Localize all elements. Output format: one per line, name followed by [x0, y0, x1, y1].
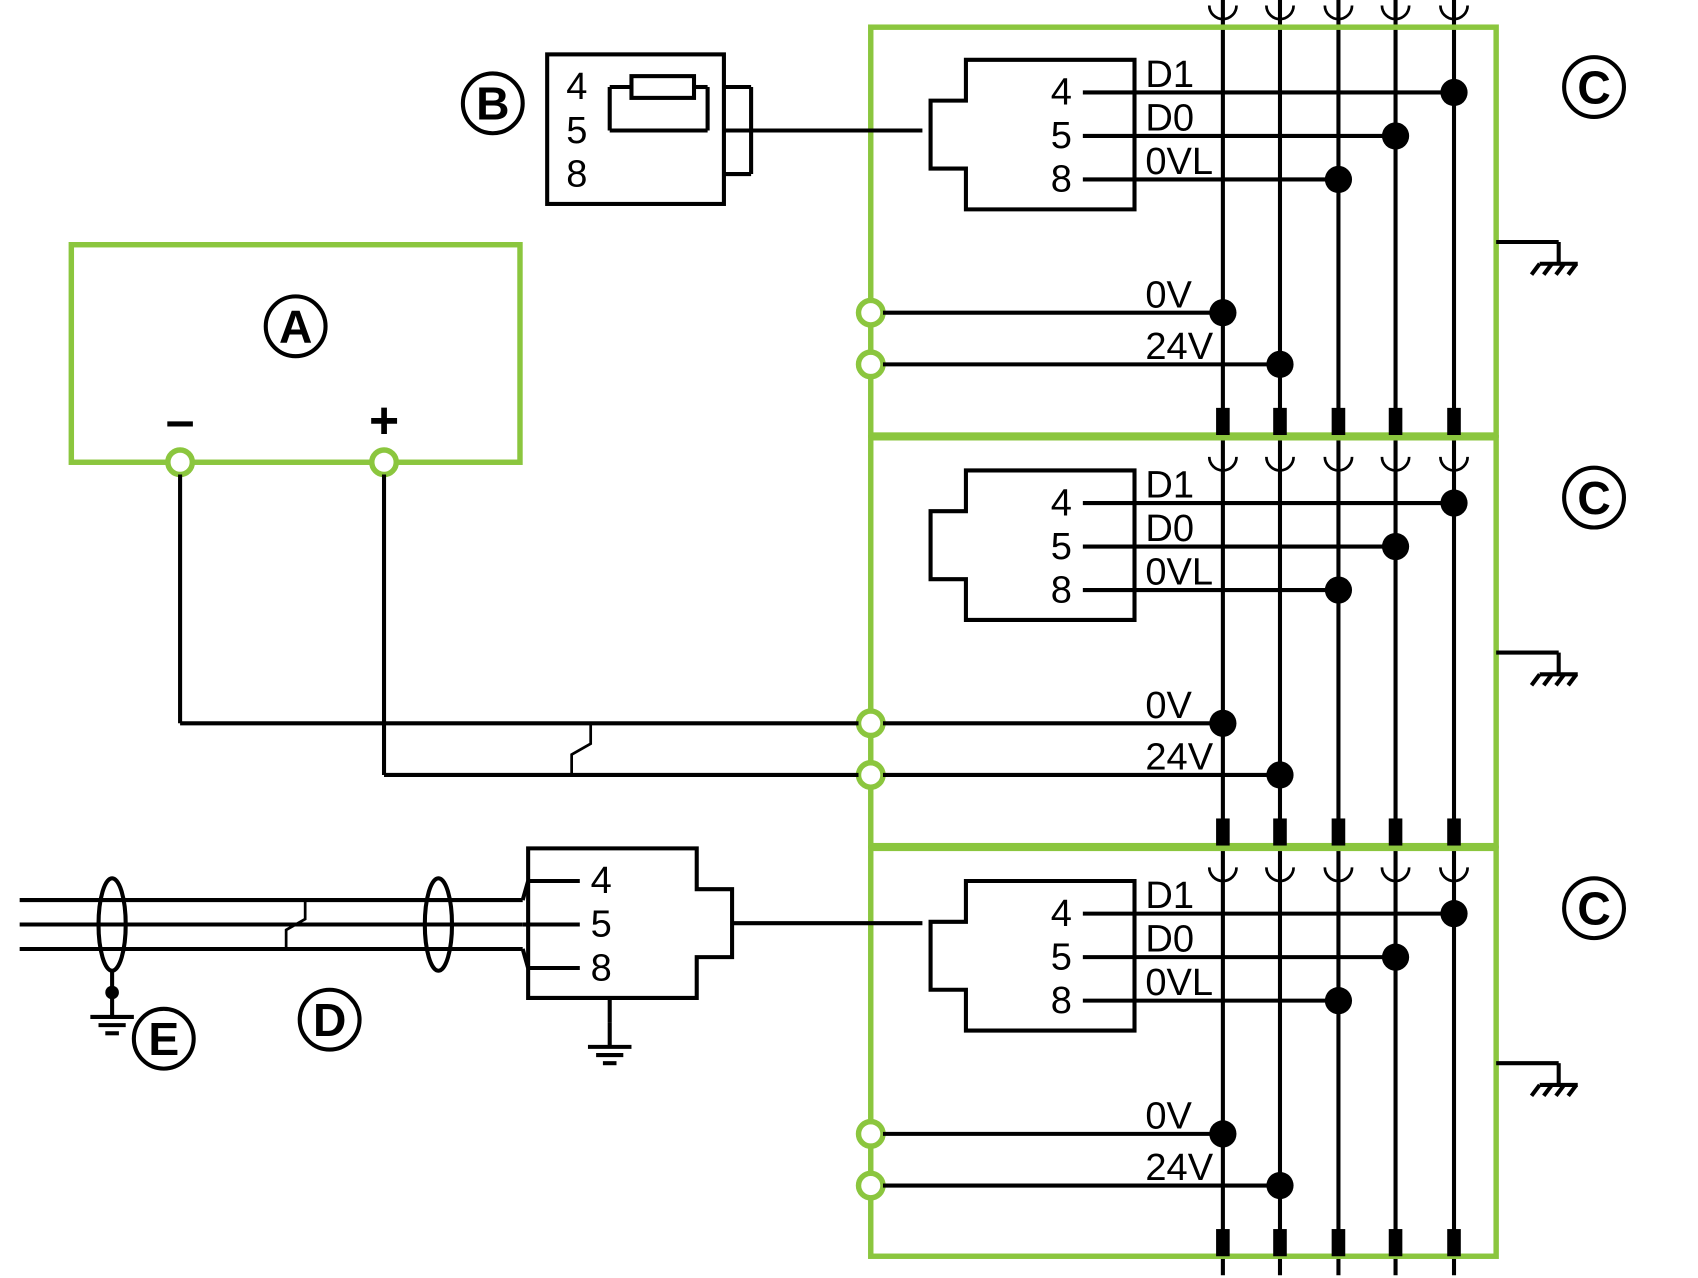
rj45-pin: 4 [1051, 893, 1072, 935]
rj45-pin: 8 [591, 947, 612, 989]
bus-feedthrough [1389, 818, 1403, 845]
signal-label: 0VL [1145, 552, 1213, 594]
signal-label: D0 [1145, 98, 1194, 140]
terminal-open-green [168, 450, 192, 474]
bus-feedthrough [1332, 818, 1346, 845]
rj45-pin: 5 [591, 904, 612, 946]
junction-dot [1440, 79, 1467, 106]
bus-feedthrough [1216, 408, 1230, 435]
psu-plus: + [369, 391, 399, 449]
terminal-open-green [859, 711, 883, 735]
junction-dot [1440, 489, 1467, 516]
junction-dot [1266, 1172, 1293, 1199]
rj45-pin: 4 [591, 860, 612, 902]
psu-box [71, 245, 520, 463]
bus-feedthrough [1216, 818, 1230, 845]
junction-dot [1266, 761, 1293, 788]
badge-D: D [313, 994, 346, 1046]
rj45-pin: 8 [1051, 980, 1072, 1022]
rj45-pin: 8 [1051, 159, 1072, 201]
pwr-label: 0V [1145, 685, 1192, 727]
signal-label: D0 [1145, 919, 1194, 961]
terminator-resistor [631, 76, 694, 98]
badge-B: B [476, 78, 509, 130]
bus-feedthrough [1389, 408, 1403, 435]
junction-dot [1325, 166, 1352, 193]
cable-break [572, 725, 591, 774]
junction-dot [1382, 944, 1409, 971]
terminal-open-green [859, 352, 883, 376]
pwr-label: 0V [1145, 1095, 1192, 1137]
signal-label: 0VL [1145, 962, 1213, 1004]
junction-dot [1209, 299, 1236, 326]
signal-label: D1 [1145, 465, 1194, 507]
bus-feedthrough [1216, 1229, 1230, 1256]
rj45-pin: 8 [1051, 569, 1072, 611]
pwr-label: 24V [1145, 1147, 1213, 1189]
pwr-label: 24V [1145, 326, 1213, 368]
wire [1532, 1085, 1540, 1096]
signal-label: D0 [1145, 508, 1194, 550]
rj45-pin: 4 [1051, 482, 1072, 524]
bus-feedthrough [1447, 818, 1461, 845]
junction-dot [1209, 710, 1236, 737]
signal-label: D1 [1145, 54, 1194, 96]
bus-feedthrough [1273, 818, 1287, 845]
junction-dot [1382, 122, 1409, 149]
bus-feedthrough [1332, 1229, 1346, 1256]
badge-C: C [1577, 472, 1610, 524]
terminal-open-green [859, 300, 883, 324]
junction-dot [1325, 987, 1352, 1014]
terminator-pin: 5 [566, 110, 587, 152]
bus-feedthrough [1273, 1229, 1287, 1256]
wire [1532, 264, 1540, 275]
badge-C: C [1577, 883, 1610, 935]
badge-C: C [1577, 61, 1610, 113]
badge-A: A [279, 301, 312, 353]
junction-dot [1325, 576, 1352, 603]
terminal-open-green [859, 1173, 883, 1197]
junction-dot [1440, 900, 1467, 927]
terminal-open-green [372, 450, 396, 474]
rj45-pin: 5 [1051, 115, 1072, 157]
rj45-pin: 5 [1051, 526, 1072, 568]
rj45-pin: 5 [1051, 936, 1072, 978]
rj45-pin: 4 [1051, 72, 1072, 114]
bus-feedthrough [1273, 408, 1287, 435]
bus-feedthrough [1332, 408, 1346, 435]
junction-dot [1209, 1120, 1236, 1147]
pwr-label: 0V [1145, 274, 1192, 316]
signal-label: 0VL [1145, 141, 1213, 183]
bus-feedthrough [1389, 1229, 1403, 1256]
terminal-open-green [859, 1122, 883, 1146]
pwr-label: 24V [1145, 737, 1213, 779]
bus-feedthrough [1447, 1229, 1461, 1256]
badge-E: E [148, 1013, 179, 1065]
junction-dot [1266, 351, 1293, 378]
bus-feedthrough [1447, 408, 1461, 435]
psu-minus: – [166, 391, 195, 449]
terminal-open-green [859, 763, 883, 787]
signal-label: D1 [1145, 875, 1194, 917]
junction-dot [1382, 533, 1409, 560]
wire [1532, 674, 1540, 685]
terminator-pin: 8 [566, 153, 587, 195]
terminator-pin: 4 [566, 66, 587, 108]
